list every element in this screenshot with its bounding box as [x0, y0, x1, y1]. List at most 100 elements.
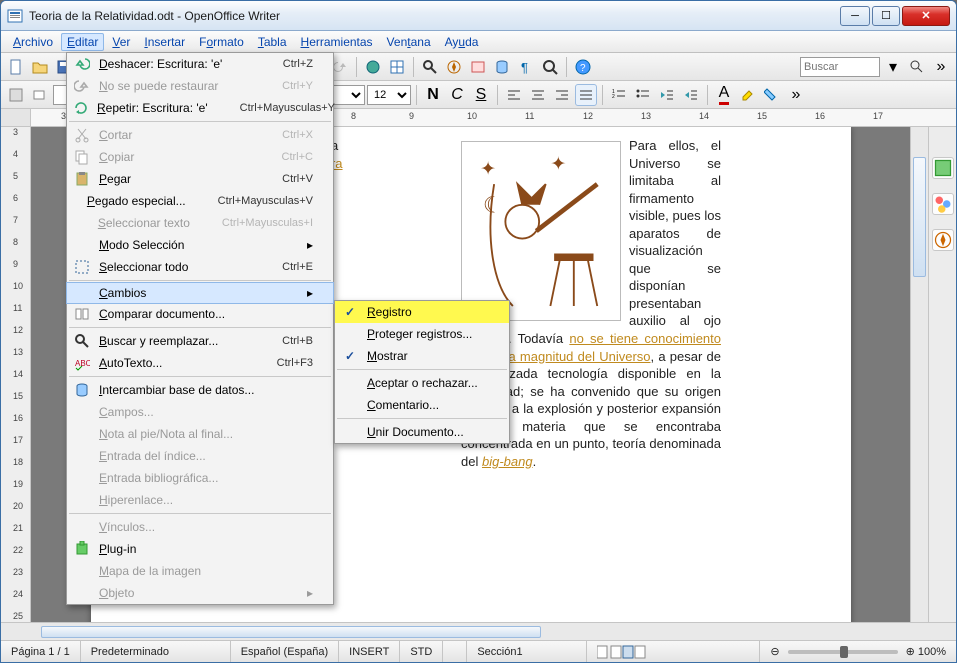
- style-dropdown-button[interactable]: [29, 84, 51, 106]
- search-dropdown-button[interactable]: ▾: [882, 56, 904, 78]
- zoom-controls[interactable]: ⊖ ⊕ 100%: [760, 641, 956, 662]
- close-button[interactable]: ✕: [902, 6, 950, 26]
- toolbar-overflow-button[interactable]: »: [930, 56, 952, 78]
- menu-item[interactable]: Cambios▸: [66, 282, 334, 304]
- menu-item[interactable]: Deshacer: Escritura: 'e'Ctrl+Z: [67, 53, 333, 75]
- hscrollbar-thumb[interactable]: [41, 626, 541, 638]
- menu-item-label: Cortar: [99, 128, 250, 142]
- menu-item[interactable]: ABCAutoTexto...Ctrl+F3: [67, 352, 333, 374]
- vertical-ruler[interactable]: 345678910111213141516171819202122232425: [1, 127, 31, 622]
- search-input[interactable]: [800, 57, 880, 77]
- menu-herramientas[interactable]: Herramientas: [295, 33, 379, 51]
- sidebar-styles-button[interactable]: [932, 193, 954, 215]
- submenu-item-label: Proteger registros...: [367, 327, 489, 341]
- statusbar: Página 1 / 1 Predeterminado Español (Esp…: [1, 640, 956, 662]
- menu-item[interactable]: Comparar documento...: [67, 303, 333, 325]
- submenu-item[interactable]: ✓Mostrar: [335, 345, 509, 367]
- menu-ver[interactable]: Ver: [106, 33, 136, 51]
- menu-item-label: Objeto: [99, 586, 299, 600]
- menu-item[interactable]: Plug-in: [67, 538, 333, 560]
- submenu-item[interactable]: Comentario...: [335, 394, 509, 416]
- italic-button[interactable]: C: [446, 84, 468, 106]
- datasources-button[interactable]: [491, 56, 513, 78]
- submenu-item[interactable]: Aceptar o rechazar...: [335, 372, 509, 394]
- nonprinting-button[interactable]: ¶: [515, 56, 537, 78]
- status-sel[interactable]: [443, 641, 467, 662]
- svg-text:ABC: ABC: [75, 359, 90, 368]
- search-next-button[interactable]: [906, 56, 928, 78]
- menu-item-label: Plug-in: [99, 542, 313, 556]
- underline-button[interactable]: S: [470, 84, 492, 106]
- submenu-item[interactable]: Proteger registros...: [335, 323, 509, 345]
- sidebar-navigator-button[interactable]: [932, 229, 954, 251]
- svg-text:2: 2: [612, 94, 615, 100]
- zoom-button[interactable]: [539, 56, 561, 78]
- align-center-button[interactable]: [527, 84, 549, 106]
- menu-insertar[interactable]: Insertar: [138, 33, 191, 51]
- status-std[interactable]: STD: [400, 641, 443, 662]
- styles-button[interactable]: [5, 84, 27, 106]
- menu-formato[interactable]: Formato: [193, 33, 250, 51]
- vertical-scrollbar[interactable]: [910, 127, 928, 622]
- menu-ventana[interactable]: Ventana: [381, 33, 437, 51]
- open-button[interactable]: [29, 56, 51, 78]
- decrease-indent-button[interactable]: [656, 84, 678, 106]
- bullet-list-button[interactable]: [632, 84, 654, 106]
- navigator-button[interactable]: [443, 56, 465, 78]
- zoom-slider[interactable]: [788, 650, 898, 654]
- status-section[interactable]: Sección1: [467, 641, 587, 662]
- blank-icon: [73, 425, 91, 443]
- gallery-button[interactable]: [467, 56, 489, 78]
- align-justify-button[interactable]: [575, 84, 597, 106]
- align-left-button[interactable]: [503, 84, 525, 106]
- status-style[interactable]: Predeterminado: [81, 641, 231, 662]
- sidebar-gallery-button[interactable]: [932, 157, 954, 179]
- bold-button[interactable]: N: [422, 84, 444, 106]
- zoom-out-icon[interactable]: ⊖: [770, 645, 779, 658]
- align-right-button[interactable]: [551, 84, 573, 106]
- hyperlink-button[interactable]: [362, 56, 384, 78]
- help-button[interactable]: ?: [572, 56, 594, 78]
- menu-item-label: Pegado especial...: [87, 194, 186, 208]
- menu-tabla[interactable]: Tabla: [252, 33, 293, 51]
- zoom-in-icon[interactable]: ⊕: [906, 645, 915, 658]
- highlight-button[interactable]: [737, 84, 759, 106]
- bgcolor-button[interactable]: [761, 84, 783, 106]
- submenu-item[interactable]: Unir Documento...: [335, 421, 509, 443]
- svg-text:¶: ¶: [521, 60, 528, 75]
- font-color-button[interactable]: A: [713, 84, 735, 106]
- new-doc-button[interactable]: [5, 56, 27, 78]
- blank-icon: [73, 214, 90, 232]
- find-button[interactable]: [419, 56, 441, 78]
- menu-item[interactable]: Seleccionar todoCtrl+E: [67, 256, 333, 278]
- font-size-select[interactable]: 12: [367, 85, 411, 105]
- menu-item[interactable]: Pegado especial...Ctrl+Mayusculas+V: [67, 190, 333, 212]
- menu-item[interactable]: Buscar y reemplazar...Ctrl+B: [67, 330, 333, 352]
- menu-item[interactable]: Repetir: Escritura: 'e'Ctrl+Mayusculas+Y: [67, 97, 333, 119]
- menu-item-label: Comparar documento...: [99, 307, 313, 321]
- menu-item-label: Cambios: [99, 286, 299, 300]
- status-page[interactable]: Página 1 / 1: [1, 641, 81, 662]
- menu-item-shortcut: Ctrl+Mayusculas+Y: [240, 102, 335, 114]
- menu-item[interactable]: PegarCtrl+V: [67, 168, 333, 190]
- increase-indent-button[interactable]: [680, 84, 702, 106]
- menu-item-label: AutoTexto...: [99, 356, 245, 370]
- submenu-item[interactable]: ✓Registro: [335, 301, 509, 323]
- status-insert[interactable]: INSERT: [339, 641, 400, 662]
- menu-item[interactable]: Intercambiar base de datos...: [67, 379, 333, 401]
- autotext-icon: ABC: [73, 354, 91, 372]
- zoom-value[interactable]: 100%: [918, 646, 946, 658]
- menu-editar[interactable]: Editar: [61, 33, 104, 51]
- minimize-button[interactable]: ─: [840, 6, 870, 26]
- scrollbar-thumb[interactable]: [913, 157, 926, 277]
- maximize-button[interactable]: ☐: [872, 6, 900, 26]
- toolbar2-overflow-button[interactable]: »: [785, 84, 807, 106]
- status-language[interactable]: Español (España): [231, 641, 339, 662]
- numbered-list-button[interactable]: 12: [608, 84, 630, 106]
- horizontal-scrollbar[interactable]: [1, 622, 956, 640]
- status-view-layout[interactable]: [587, 641, 760, 662]
- table-button[interactable]: [386, 56, 408, 78]
- menu-item[interactable]: Modo Selección▸: [67, 234, 333, 256]
- menu-archivo[interactable]: Archivo: [7, 33, 59, 51]
- menu-ayuda[interactable]: Ayuda: [439, 33, 485, 51]
